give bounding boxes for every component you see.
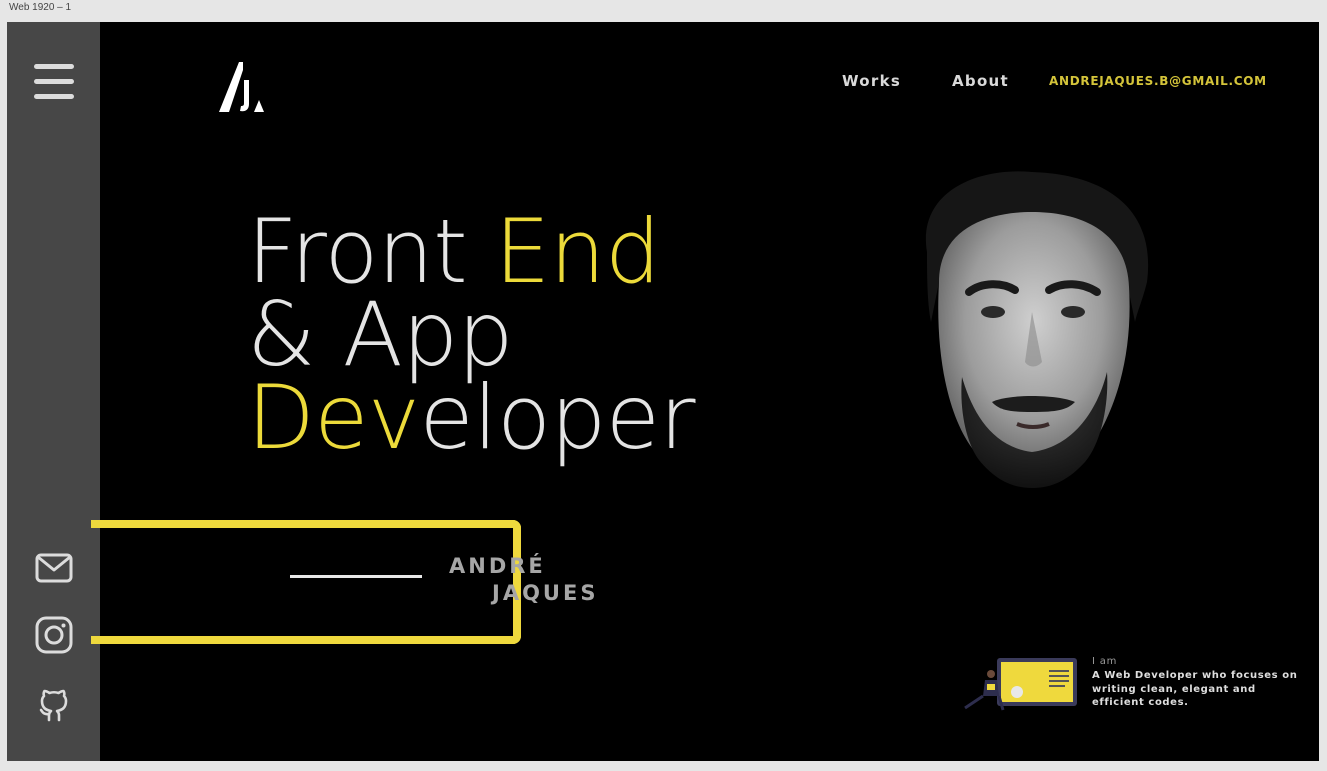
intro-label: I am (1092, 656, 1118, 667)
hamburger-menu-icon[interactable] (32, 62, 76, 100)
instagram-icon[interactable] (34, 615, 74, 655)
headline-line-2: & App (247, 283, 514, 386)
frame-title: Web 1920 – 1 (9, 2, 72, 13)
name-frame-box (91, 520, 521, 644)
headline-line-3: Developer (247, 374, 696, 462)
email-link[interactable]: ANDREJAQUES.B@GMAIL.COM (1049, 74, 1267, 88)
intro-description: A Web Developer who focuses on writing c… (1092, 670, 1298, 708)
name-divider-line (290, 575, 422, 578)
nav-works-link[interactable]: Works (842, 72, 901, 90)
headline-line-1: Front End (247, 208, 695, 296)
nav-about-link[interactable]: About (952, 72, 1009, 90)
last-name: JAQUES (492, 581, 599, 605)
github-icon[interactable] (34, 683, 74, 723)
sidebar (7, 22, 100, 761)
developer-laptop-illustration (957, 652, 1082, 714)
hero-headline: Front End & App Developer (247, 208, 696, 462)
mail-icon[interactable] (34, 548, 74, 588)
first-name: ANDRÉ (449, 554, 546, 578)
headline-word-eloper: eloper (419, 366, 696, 469)
headline-word-end: End (494, 200, 661, 303)
aj-logo[interactable] (217, 60, 273, 116)
page-frame: Works About ANDREJAQUES.B@GMAIL.COM Fron… (7, 22, 1319, 761)
headline-word-dev: Dev (247, 366, 420, 469)
profile-portrait-image (897, 162, 1167, 492)
